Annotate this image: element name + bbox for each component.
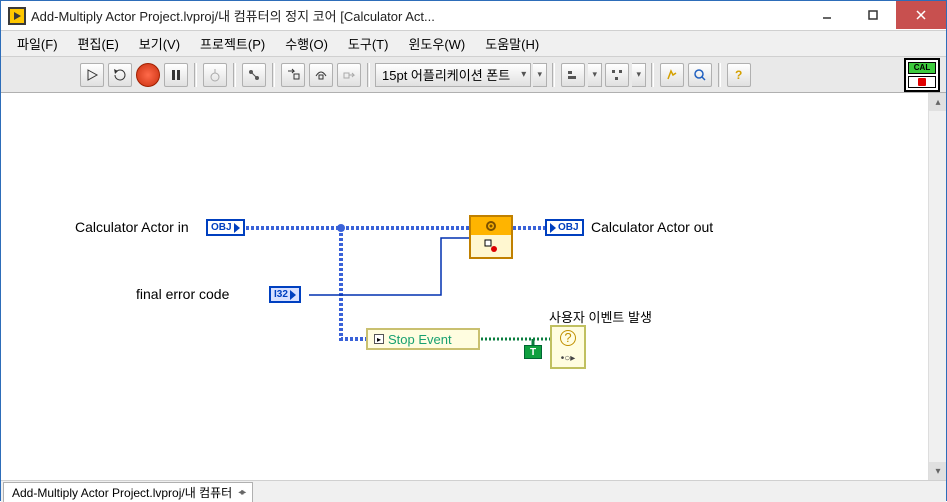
align-dropdown[interactable]: ▾ <box>588 63 602 87</box>
actor-icon <box>471 235 511 257</box>
retain-wire-button[interactable] <box>242 63 266 87</box>
actor-in-label: Calculator Actor in <box>75 219 189 235</box>
menu-project[interactable]: 프로젝트(P) <box>190 32 275 55</box>
search-button[interactable] <box>688 63 712 87</box>
toolbar: 15pt 어플리케이션 폰트 ▾ ▾ ▾ ? CAL <box>1 57 946 93</box>
pause-button[interactable] <box>164 63 188 87</box>
actor-in-terminal[interactable]: OBJ <box>206 219 245 236</box>
gear-icon <box>471 217 511 235</box>
event-arrow-icon: •○▸ <box>561 353 576 364</box>
actor-out-type: OBJ <box>558 222 579 233</box>
menu-help[interactable]: 도움말(H) <box>475 32 549 55</box>
run-continuous-button[interactable] <box>108 63 132 87</box>
tab-nav-arrows-icon[interactable]: ◂▸ <box>238 487 244 498</box>
distribute-dropdown[interactable]: ▾ <box>632 63 646 87</box>
menu-edit[interactable]: 편집(E) <box>68 32 129 55</box>
stop-event-label: Stop Event <box>388 332 452 347</box>
generate-user-event-node[interactable]: ? •○▸ <box>550 325 586 369</box>
menu-window[interactable]: 윈도우(W) <box>398 32 475 55</box>
title-bar: Add-Multiply Actor Project.lvproj/내 컴퓨터의… <box>1 1 946 31</box>
vi-icon-panel[interactable]: CAL <box>904 58 940 92</box>
minimize-button[interactable] <box>804 1 850 29</box>
svg-text:?: ? <box>735 68 742 82</box>
step-out-button[interactable] <box>337 63 361 87</box>
boolean-true-constant[interactable]: T <box>524 345 542 359</box>
error-label: final error code <box>136 286 229 302</box>
actor-out-terminal[interactable]: OBJ <box>545 219 584 236</box>
font-extra-dropdown[interactable]: ▾ <box>533 63 547 87</box>
block-diagram-canvas[interactable]: Calculator Actor in OBJ OBJ Calculator A… <box>1 93 928 480</box>
window-buttons <box>804 1 946 30</box>
help-button[interactable]: ? <box>727 63 751 87</box>
window-title: Add-Multiply Actor Project.lvproj/내 컴퓨터의… <box>31 6 804 25</box>
actor-core-node[interactable] <box>469 215 513 259</box>
distribute-button[interactable] <box>605 63 629 87</box>
font-selector[interactable]: 15pt 어플리케이션 폰트 <box>375 63 531 87</box>
step-into-button[interactable] <box>281 63 305 87</box>
error-terminal[interactable]: I32 <box>269 286 301 303</box>
bundle-arrow-icon: ▸ <box>374 334 384 344</box>
maximize-button[interactable] <box>850 1 896 29</box>
menu-view[interactable]: 보기(V) <box>129 32 190 55</box>
run-button[interactable] <box>80 63 104 87</box>
status-bar: Add-Multiply Actor Project.lvproj/내 컴퓨터 … <box>1 480 946 502</box>
error-type: I32 <box>274 289 288 300</box>
actor-in-type: OBJ <box>211 222 232 233</box>
menu-tools[interactable]: 도구(T) <box>338 32 399 55</box>
stop-event-node[interactable]: ▸ Stop Event <box>366 328 480 350</box>
menu-operate[interactable]: 수행(O) <box>275 32 338 55</box>
menu-bar: 파일(F) 편집(E) 보기(V) 프로젝트(P) 수행(O) 도구(T) 윈도… <box>1 31 946 57</box>
close-button[interactable] <box>896 1 946 29</box>
abort-button[interactable] <box>136 63 160 87</box>
scroll-up-icon[interactable]: ▴ <box>929 93 946 111</box>
vi-stop-badge <box>908 76 936 88</box>
vertical-scrollbar[interactable]: ▴ ▾ <box>928 93 946 480</box>
cleanup-button[interactable] <box>660 63 684 87</box>
app-icon <box>7 6 27 26</box>
block-diagram-area: Calculator Actor in OBJ OBJ Calculator A… <box>1 93 946 480</box>
project-path-tab[interactable]: Add-Multiply Actor Project.lvproj/내 컴퓨터 … <box>3 482 253 502</box>
align-button[interactable] <box>561 63 585 87</box>
scroll-down-icon[interactable]: ▾ <box>929 462 946 480</box>
actor-out-label: Calculator Actor out <box>591 219 713 235</box>
user-event-label: 사용자 이벤트 발생 <box>549 307 652 326</box>
menu-file[interactable]: 파일(F) <box>7 32 68 55</box>
project-path-text: Add-Multiply Actor Project.lvproj/내 컴퓨터 <box>12 484 232 501</box>
step-over-button[interactable] <box>309 63 333 87</box>
event-question-icon: ? <box>560 330 576 346</box>
highlight-exec-button[interactable] <box>203 63 227 87</box>
vi-cal-badge: CAL <box>908 62 936 74</box>
